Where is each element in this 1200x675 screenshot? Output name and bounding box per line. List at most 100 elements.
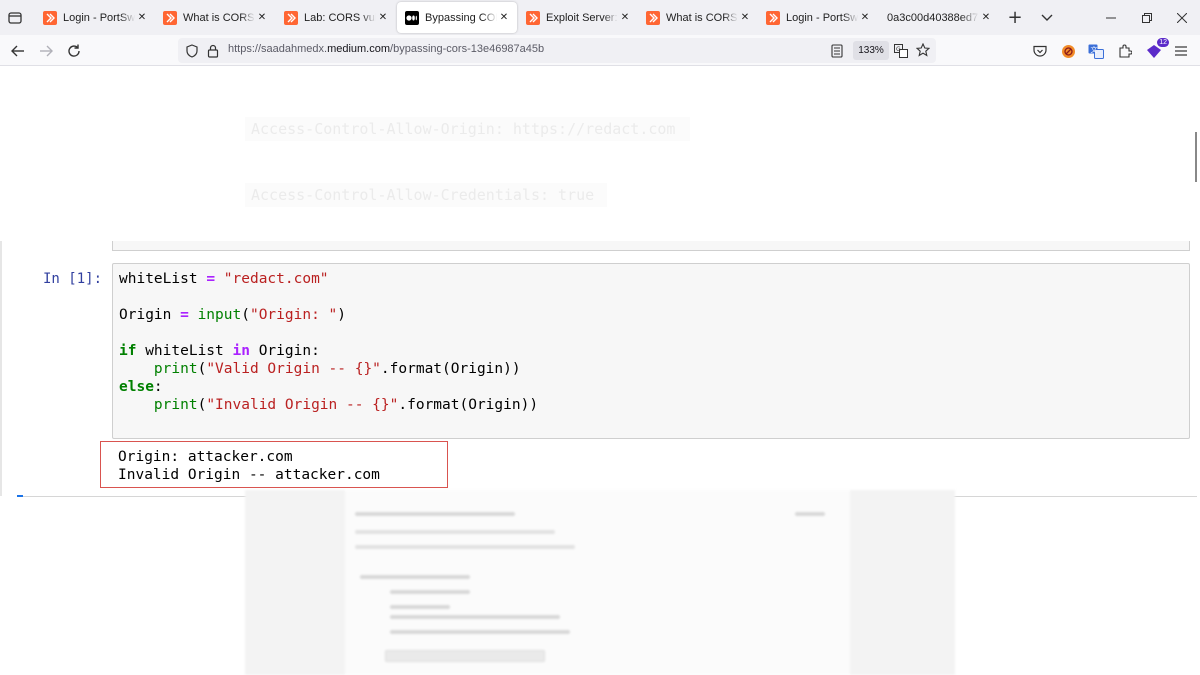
blur-line: [355, 512, 515, 516]
faded-header-line-1: Access-Control-Allow-Origin: https://red…: [245, 117, 690, 141]
blur-line: [360, 575, 470, 579]
code-line-5: if whiteList in Origin:: [119, 343, 320, 359]
faded-header-line-2: Access-Control-Allow-Credentials: true: [245, 183, 607, 207]
tab-7[interactable]: Login - PortSwigger✕: [758, 0, 878, 35]
page-scrollbar-thumb[interactable]: [1195, 132, 1197, 182]
url-bar[interactable]: https://saadahmedx.medium.com/bypassing-…: [178, 38, 936, 63]
blur-line: [390, 630, 570, 634]
extension-badge: 12: [1157, 38, 1169, 47]
tab-2[interactable]: What is CORS (cross-origin✕: [155, 0, 275, 35]
portswigger-icon: [284, 10, 298, 25]
tab-1[interactable]: Login - PortSwigger✕: [35, 0, 155, 35]
blur-line: [390, 605, 450, 609]
tab-title: Login - PortSwigger: [786, 11, 858, 24]
portswigger-icon: [766, 10, 780, 25]
pocket-icon: [1033, 45, 1047, 57]
next-screenshot-inner: [345, 490, 850, 675]
tab-title: 0a3c00d40388ed7b80: [887, 11, 979, 24]
url-text[interactable]: https://saadahmedx.medium.com/bypassing-…: [228, 43, 544, 55]
firefox-view-button[interactable]: [0, 0, 30, 35]
blur-line: [390, 590, 470, 594]
code-cell: whiteList = "redact.com" Origin = input(…: [112, 263, 1190, 439]
tab-5[interactable]: Exploit Server: CORS✕: [518, 0, 638, 35]
close-tab-icon[interactable]: ✕: [858, 12, 872, 23]
puzzle-icon: [1119, 44, 1132, 58]
restore-icon: [1142, 12, 1152, 23]
zoom-level-button[interactable]: 133%: [853, 41, 889, 60]
close-tab-icon[interactable]: ✕: [497, 12, 511, 23]
close-tab-icon[interactable]: ✕: [135, 12, 149, 23]
translate-icon[interactable]: G: [894, 43, 908, 62]
gutter: [0, 241, 2, 496]
restore-button[interactable]: [1129, 0, 1165, 35]
svg-text:G: G: [896, 46, 901, 53]
code-block: whiteList = "redact.com" Origin = input(…: [119, 270, 538, 414]
new-tab-button[interactable]: +: [1000, 0, 1030, 35]
close-tab-icon[interactable]: ✕: [376, 12, 390, 23]
divider-accent: [17, 495, 23, 497]
portswigger-icon: [163, 10, 177, 25]
translate-extension-icon: 文: [1088, 44, 1104, 59]
block-icon: [1061, 44, 1075, 58]
cell-prompt: In [1]:: [43, 271, 103, 287]
tab-title: Lab: CORS vulnerability: [304, 11, 376, 24]
chevron-down-icon: [1041, 14, 1053, 21]
blur-line: [355, 545, 575, 549]
code-line-6: print("Valid Origin -- {}".format(Origin…: [153, 361, 521, 377]
reload-button[interactable]: [62, 39, 86, 63]
close-tab-icon[interactable]: ✕: [618, 12, 632, 23]
close-icon: [1177, 12, 1187, 23]
back-button[interactable]: [6, 39, 30, 63]
tab-strip: Login - PortSwigger✕What is CORS (cross-…: [0, 0, 1200, 35]
tab-title: What is CORS (cross-origin: [666, 11, 738, 24]
code-line-8: print("Invalid Origin -- {}".format(Orig…: [153, 397, 539, 413]
tab-8[interactable]: 0a3c00d40388ed7b80✕: [879, 0, 999, 35]
code-line-1: whiteList = "redact.com": [119, 271, 329, 287]
forward-button[interactable]: [34, 39, 58, 63]
output-highlight-box: Origin: attacker.com Invalid Origin -- a…: [100, 441, 448, 488]
extension-button-3[interactable]: 12: [1142, 38, 1169, 63]
plus-icon: +: [1007, 7, 1023, 28]
url-prefix: https://saadahmedx.: [228, 43, 328, 55]
close-window-button[interactable]: [1164, 0, 1200, 35]
close-tab-icon[interactable]: ✕: [979, 12, 993, 23]
bookmark-star-icon[interactable]: [915, 42, 931, 61]
page-content: Access-Control-Allow-Origin: https://red…: [0, 66, 1200, 675]
tab-3[interactable]: Lab: CORS vulnerability✕: [276, 0, 396, 35]
close-tab-icon[interactable]: ✕: [255, 12, 269, 23]
reload-icon: [68, 44, 80, 57]
medium-icon: [405, 10, 419, 25]
portswigger-icon: [526, 10, 540, 25]
blur-output-box: [385, 650, 545, 662]
list-all-tabs-button[interactable]: [1032, 0, 1062, 35]
previous-cell-edge: [112, 241, 1190, 251]
url-host: medium.com: [327, 43, 391, 55]
code-line-7: else:: [119, 379, 163, 395]
lock-icon[interactable]: [207, 43, 219, 62]
close-tab-icon[interactable]: ✕: [738, 12, 752, 23]
blur-line: [795, 512, 825, 516]
tab-4[interactable]: Bypassing CORS. B✕: [397, 2, 517, 33]
pocket-button[interactable]: [1028, 39, 1052, 63]
tracking-protection-shield-icon[interactable]: [186, 43, 198, 62]
tab-title: Bypassing CORS. B: [425, 11, 497, 24]
next-screenshot-preview: [245, 490, 955, 675]
tab-title: Login - PortSwigger: [63, 11, 135, 24]
reader-view-icon[interactable]: [831, 43, 843, 62]
extensions-button[interactable]: [1113, 39, 1137, 63]
tab-6[interactable]: What is CORS (cross-origin✕: [638, 0, 758, 35]
minimize-button[interactable]: [1093, 0, 1129, 35]
navigation-toolbar: https://saadahmedx.medium.com/bypassing-…: [0, 35, 1200, 66]
portswigger-icon: [646, 10, 660, 25]
extension-button-2[interactable]: 文: [1084, 39, 1108, 63]
firefox-view-icon: [8, 11, 22, 24]
hamburger-menu-icon: [1175, 46, 1187, 56]
extension-button-1[interactable]: [1056, 39, 1080, 63]
tab-title: What is CORS (cross-origin: [183, 11, 255, 24]
cell-output: Origin: attacker.com Invalid Origin -- a…: [118, 448, 380, 484]
code-line-3: Origin = input("Origin: "): [119, 307, 347, 323]
blur-line: [390, 615, 560, 619]
app-menu-button[interactable]: [1169, 39, 1193, 63]
output-line-1: Origin: attacker.com: [118, 449, 293, 465]
svg-text:文: 文: [1091, 45, 1098, 54]
